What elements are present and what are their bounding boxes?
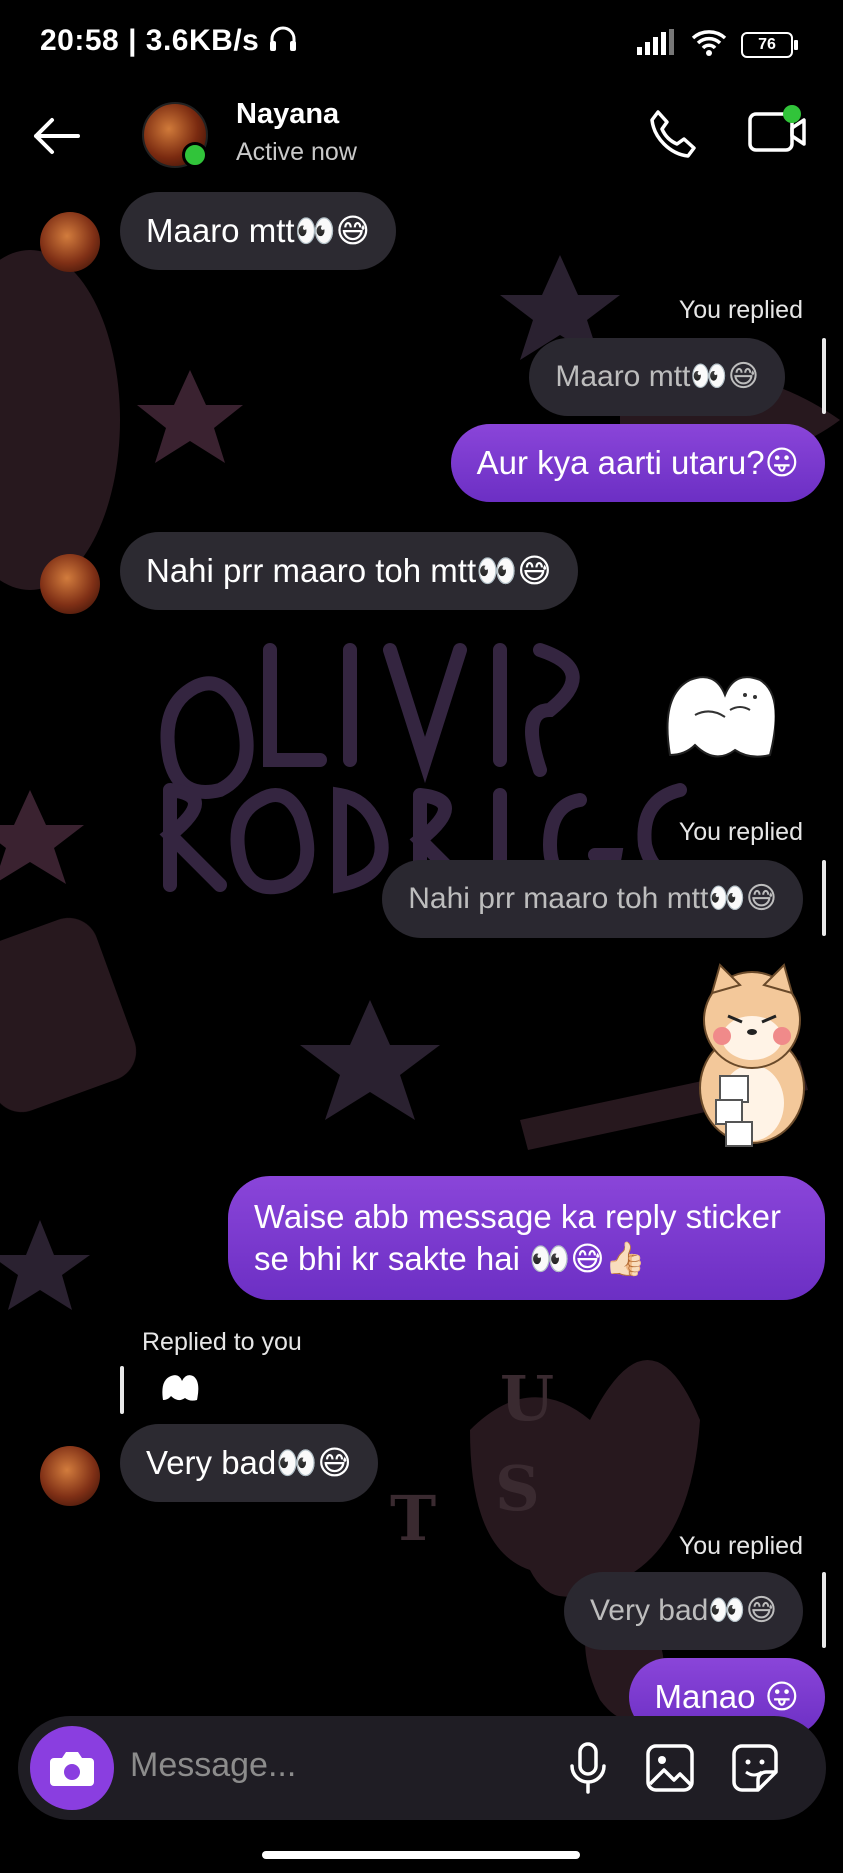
you-replied-label: You replied: [678, 1532, 803, 1560]
quoted-text: Nahi prr maaro toh mtt: [408, 882, 709, 915]
status-icons: 76: [637, 28, 798, 61]
wifi-icon: [691, 28, 727, 61]
headphones-icon: [268, 24, 298, 57]
battery-indicator: 76: [741, 31, 798, 58]
message-emoji: 👀😅: [294, 211, 371, 250]
reply-indicator-bar: [822, 1572, 826, 1648]
voice-call-button[interactable]: [644, 106, 700, 162]
message-text: Aur kya aarti utaru?: [476, 444, 765, 481]
message-text: Nahi prr maaro toh mtt: [146, 552, 477, 589]
presence-status: Active now: [236, 138, 357, 166]
gallery-button[interactable]: [638, 1736, 702, 1800]
incoming-message[interactable]: Maaro mtt👀😅: [120, 192, 397, 270]
message-emoji: 😛: [764, 443, 799, 482]
signal-icon: [637, 29, 677, 60]
contact-name[interactable]: Nayana: [236, 98, 339, 131]
gallery-icon: [646, 1744, 694, 1792]
message-text-line: se bhi kr sakte hai: [254, 1240, 530, 1277]
status-time-text: 20:58 | 3.6KB/s: [40, 24, 260, 57]
you-replied-label: You replied: [678, 818, 803, 846]
message-emoji: 👀😅: [276, 1443, 352, 1482]
phone-icon: [650, 110, 696, 158]
message-text: Manao: [654, 1678, 765, 1715]
reply-indicator-bar: [822, 338, 826, 414]
camera-icon: [50, 1752, 94, 1786]
quoted-message[interactable]: Maaro mtt👀😅: [529, 338, 785, 416]
message-thread: Maaro mtt👀😅 You replied Maaro mtt👀😅 Aur …: [0, 0, 843, 1873]
message-composer: Message...: [18, 1716, 826, 1820]
sticker-icon: [732, 1744, 778, 1792]
message-input[interactable]: Message...: [130, 1746, 296, 1785]
quoted-emoji: 👀😅: [708, 1593, 777, 1628]
message-emoji: 👀😅👍🏻: [529, 1239, 646, 1278]
sender-avatar: [40, 212, 100, 272]
back-arrow-icon: [34, 118, 80, 154]
message-emoji: 😛: [764, 1677, 799, 1716]
quoted-message[interactable]: Very bad👀😅: [563, 1572, 803, 1650]
message-text: Very bad: [146, 1444, 277, 1481]
you-replied-label: You replied: [678, 296, 803, 324]
microphone-button[interactable]: [556, 1736, 620, 1800]
chat-header: Nayana Active now: [0, 88, 843, 188]
quoted-emoji: 👀😅: [708, 881, 777, 916]
online-indicator: [182, 142, 208, 168]
quoted-emoji: 👀😅: [690, 359, 759, 394]
outgoing-message[interactable]: Aur kya aarti utaru?😛: [450, 424, 825, 502]
outgoing-message[interactable]: Waise abb message ka reply sticker se bh…: [228, 1176, 825, 1300]
status-time: 20:58 | 3.6KB/s: [40, 24, 298, 58]
incoming-message[interactable]: Nahi prr maaro toh mtt👀😅: [120, 532, 578, 610]
sticker-button[interactable]: [722, 1736, 786, 1800]
video-call-button[interactable]: [746, 102, 806, 162]
quoted-text: Very bad: [589, 1594, 709, 1627]
quoted-text: Maaro mtt: [555, 360, 691, 393]
message-text-line: Waise abb message ka reply sticker: [254, 1198, 781, 1235]
home-indicator[interactable]: [262, 1851, 580, 1859]
ghost-sticker[interactable]: [660, 665, 777, 770]
reply-indicator-bar: [120, 1366, 124, 1414]
replied-to-you-label: Replied to you: [142, 1328, 302, 1356]
microphone-icon: [570, 1742, 606, 1794]
quoted-message[interactable]: Nahi prr maaro toh mtt👀😅: [382, 860, 803, 938]
battery-level: 76: [758, 35, 776, 53]
message-text: Maaro mtt: [146, 212, 295, 249]
sender-avatar: [40, 554, 100, 614]
back-button[interactable]: [30, 116, 90, 166]
sender-avatar: [40, 1446, 100, 1506]
camera-button[interactable]: [30, 1726, 114, 1810]
shiba-sticker[interactable]: [680, 958, 820, 1153]
reply-indicator-bar: [822, 860, 826, 936]
message-emoji: 👀😅: [476, 551, 552, 590]
video-call-icon: [748, 105, 806, 152]
incoming-message[interactable]: Very bad👀😅: [120, 1424, 378, 1502]
quoted-sticker-thumbnail[interactable]: [160, 1372, 200, 1409]
